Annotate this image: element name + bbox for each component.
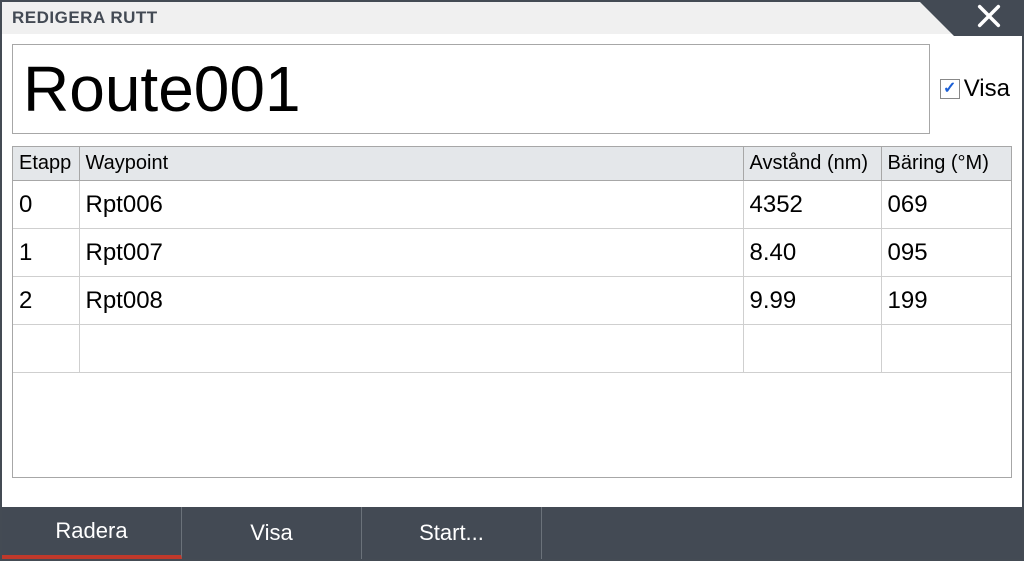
col-bearing-header[interactable]: Bäring (°M) [881,147,1011,181]
start-button[interactable]: Start... [362,507,542,559]
delete-button-label: Radera [55,518,127,544]
close-button[interactable] [954,0,1024,36]
cell-bearing: 069 [881,181,1011,229]
col-etapp-header[interactable]: Etapp [13,147,79,181]
cell-dist [743,325,881,373]
close-icon [975,2,1003,35]
col-waypoint-header[interactable]: Waypoint [79,147,743,181]
table-row[interactable]: 0 Rpt006 4352 069 [13,181,1011,229]
cell-waypoint: Rpt008 [79,277,743,325]
table-header-row: Etapp Waypoint Avstånd (nm) Bäring (°M) [13,147,1011,181]
table-row[interactable]: 2 Rpt008 9.99 199 [13,277,1011,325]
delete-button[interactable]: Radera [2,507,182,559]
cell-etapp: 1 [13,229,79,277]
col-dist-header[interactable]: Avstånd (nm) [743,147,881,181]
cell-dist: 4352 [743,181,881,229]
waypoint-table: Etapp Waypoint Avstånd (nm) Bäring (°M) … [12,146,1012,478]
cell-etapp [13,325,79,373]
cell-waypoint [79,325,743,373]
cell-waypoint: Rpt006 [79,181,743,229]
cell-bearing: 199 [881,277,1011,325]
show-button-label: Visa [250,520,292,546]
show-button[interactable]: Visa [182,507,362,559]
show-checkbox[interactable]: ✓ Visa [940,75,1012,103]
cell-bearing [881,325,1011,373]
table-row[interactable]: 1 Rpt007 8.40 095 [13,229,1011,277]
cell-etapp: 2 [13,277,79,325]
route-name-input[interactable] [12,44,930,134]
start-button-label: Start... [419,520,484,546]
cell-etapp: 0 [13,181,79,229]
window-title: REDIGERA RUTT [12,8,158,27]
show-checkbox-label: Visa [964,75,1010,103]
cell-waypoint: Rpt007 [79,229,743,277]
check-icon: ✓ [940,79,960,99]
dialog-content: ✓ Visa Etapp Waypoint Avstånd (nm) Bärin… [2,34,1022,478]
cell-dist: 9.99 [743,277,881,325]
cell-dist: 8.40 [743,229,881,277]
name-row: ✓ Visa [12,44,1012,134]
table-row[interactable] [13,325,1011,373]
title-bar: REDIGERA RUTT [2,2,1022,34]
cell-bearing: 095 [881,229,1011,277]
action-bar: Radera Visa Start... [2,507,1022,559]
